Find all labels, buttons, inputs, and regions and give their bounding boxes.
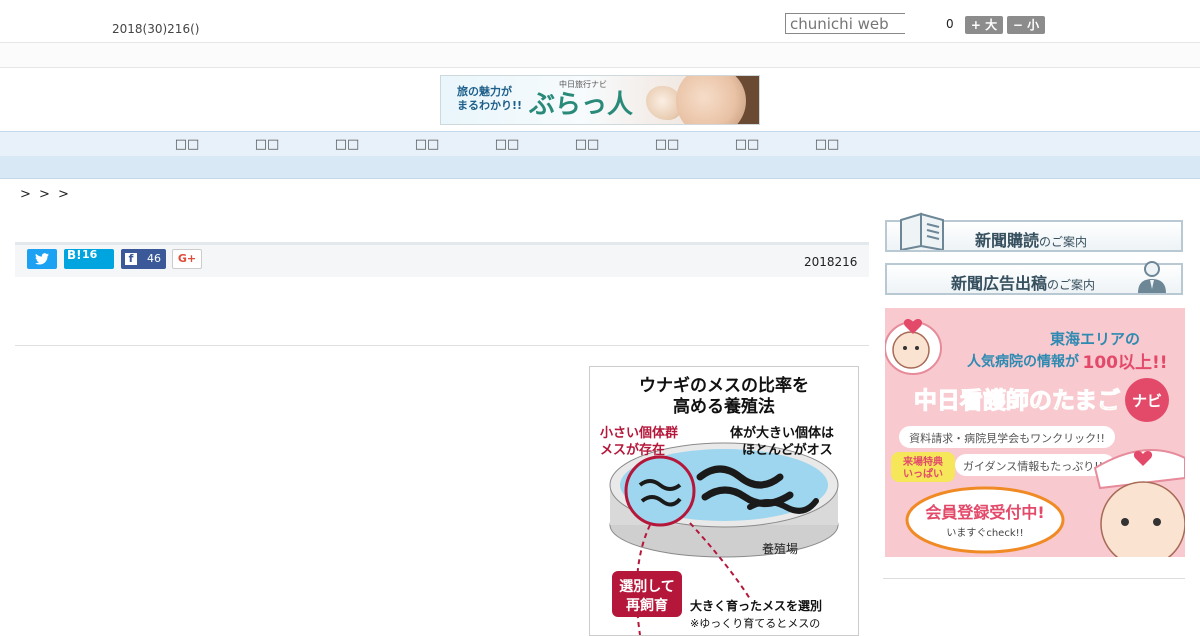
header-date: 2018(30)216() xyxy=(112,22,200,36)
top-banner-ad[interactable]: 旅の魅力が まるわかり!! 中日旅行ナビ ぶらっ人 xyxy=(440,75,760,125)
label-big-1: 体が大きい個体は xyxy=(730,425,834,441)
hatena-bookmark-button[interactable]: B! 16 xyxy=(64,248,114,269)
ad-brand: ぶらっ人 xyxy=(529,90,634,120)
nav-item[interactable]: □□ xyxy=(407,137,447,152)
figure-title-line1: ウナギのメスの比率を xyxy=(639,375,809,396)
nurse-face-right xyxy=(1100,481,1185,557)
ad-brand: 中日看護師のたまご xyxy=(914,387,1120,414)
facebook-count: 46 xyxy=(147,252,161,265)
global-nav: □□ □□ □□ □□ □□ □□ □□ □□ □□ xyxy=(0,131,1200,157)
ad-cta: 会員登録受付中! xyxy=(925,503,1044,522)
subscribe-sub-text: のご案内 xyxy=(1039,235,1088,249)
ad-cta-sub: いますぐcheck!! xyxy=(946,527,1023,539)
ad-brand-badge: ナビ xyxy=(1132,392,1162,410)
nav-item[interactable]: □□ xyxy=(727,137,767,152)
label-pond: 養殖場 xyxy=(762,541,798,556)
advertise-button[interactable]: 新聞広告出稿のご案内 xyxy=(885,261,1183,295)
article-figure[interactable]: ウナギのメスの比率を 高める養殖法 小さい個体群 メスが存在 体が大きい個体は … xyxy=(589,366,859,636)
nurse-face-left xyxy=(892,331,930,369)
nav-item[interactable]: □□ xyxy=(247,137,287,152)
label-small-group-1: 小さい個体群 xyxy=(600,425,678,441)
facebook-share-button[interactable]: f 46 xyxy=(121,249,166,269)
advertise-sub-text: のご案内 xyxy=(1047,278,1096,292)
ad-line2b: 100以上!! xyxy=(1083,353,1168,373)
font-size-value: 0 xyxy=(946,17,954,31)
label-select-1: 選別して xyxy=(619,579,675,595)
nav-item[interactable]: □□ xyxy=(647,137,687,152)
subscribe-button[interactable]: 新聞購読のご案内 xyxy=(885,212,1183,252)
advertise-label: 新聞広告出稿のご案内 xyxy=(951,270,1095,294)
businessman-icon xyxy=(1138,261,1166,293)
label-note: ※ゆっくり育てるとメスの xyxy=(690,616,820,630)
ad-line1: 東海エリアの xyxy=(1050,330,1140,348)
breadcrumb[interactable]: > > > xyxy=(20,187,71,202)
google-plus-share-button[interactable]: G+ xyxy=(172,249,202,269)
label-select-2: 再飼育 xyxy=(626,597,668,614)
nav-item[interactable]: □□ xyxy=(807,137,847,152)
advertise-main-text: 新聞広告出稿 xyxy=(951,274,1048,293)
hatena-icon: B! xyxy=(67,248,82,262)
newspaper-book-icon xyxy=(900,212,944,250)
ad-tagline-line1: 旅の魅力が xyxy=(457,85,512,98)
nav-item[interactable]: □□ xyxy=(167,137,207,152)
sidebar-divider xyxy=(883,578,1185,579)
font-smaller-button[interactable]: − 小 xyxy=(1007,16,1045,34)
label-big-2: ほとんどがオス xyxy=(742,442,833,458)
header-subbar xyxy=(0,43,1200,68)
nurse-navi-banner: 東海エリアの 人気病院の情報が 100以上!! 中日看護師のたまご ナビ 資料請… xyxy=(885,308,1185,557)
share-bar: B! 16 f 46 G+ 2018216 xyxy=(15,245,869,277)
search-input[interactable] xyxy=(785,13,905,34)
hatena-count: 16 xyxy=(82,248,98,261)
ad-line2a: 人気病院の情報が xyxy=(967,353,1080,370)
article-date: 2018216 xyxy=(804,255,858,269)
figure-title-line2: 高める養殖法 xyxy=(673,396,775,417)
ad-tagline-line2: まるわかり!! xyxy=(457,99,523,112)
ad-feature2-badge-2: いっぱい xyxy=(903,467,943,480)
ad-tagline: 旅の魅力が まるわかり!! xyxy=(457,85,522,113)
ad-feature2-badge-1: 来場特典 xyxy=(902,455,943,468)
label-small-group-2: メスが存在 xyxy=(600,442,665,458)
font-larger-button[interactable]: + 大 xyxy=(965,16,1003,34)
sub-nav xyxy=(0,156,1200,179)
article-divider xyxy=(15,345,869,346)
small-group-circle xyxy=(624,455,696,527)
nav-item[interactable]: □□ xyxy=(487,137,527,152)
twitter-icon xyxy=(35,253,49,265)
nav-item[interactable]: □□ xyxy=(567,137,607,152)
ad-feature1: 資料請求・病院見学会もワンクリック!! xyxy=(909,431,1105,445)
subscribe-label: 新聞購読のご案内 xyxy=(975,227,1087,251)
label-grown: 大きく育ったメスを選別 xyxy=(690,598,822,613)
ad-feature2: ガイダンス情報もたっぷり!! xyxy=(963,459,1103,473)
facebook-icon: f xyxy=(125,253,137,265)
eel-farming-diagram: ウナギのメスの比率を 高める養殖法 小さい個体群 メスが存在 体が大きい個体は … xyxy=(600,375,839,635)
model-face-image xyxy=(676,76,746,124)
subscribe-main-text: 新聞購読 xyxy=(975,231,1040,250)
twitter-share-button[interactable] xyxy=(27,249,57,269)
nav-item[interactable]: □□ xyxy=(327,137,367,152)
nurse-navi-ad[interactable]: 東海エリアの 人気病院の情報が 100以上!! 中日看護師のたまご ナビ 資料請… xyxy=(885,308,1185,557)
